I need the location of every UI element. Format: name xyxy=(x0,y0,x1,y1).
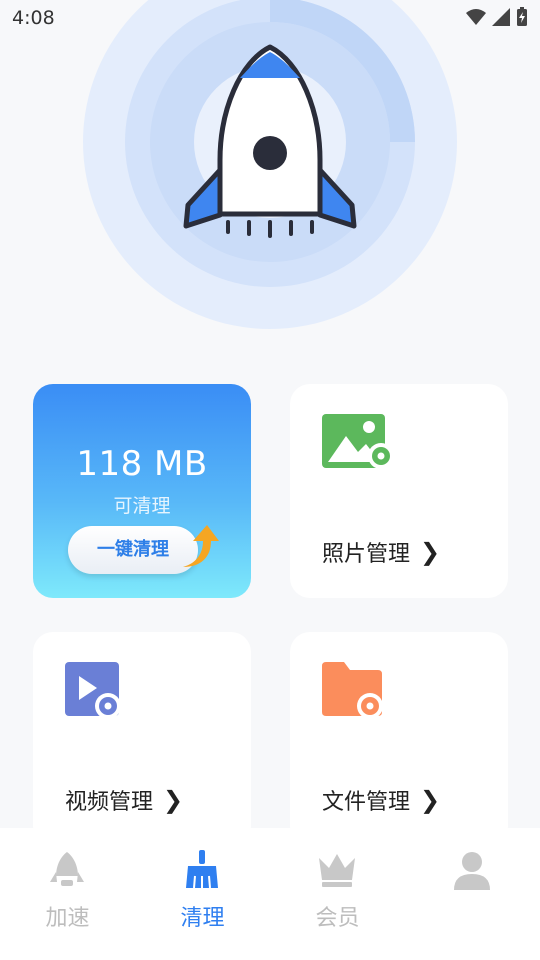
crown-icon xyxy=(319,854,355,887)
bottom-tab-bar: 加速 清理 会员 xyxy=(0,828,540,960)
photo-manage-link[interactable]: 照片管理 ❯ xyxy=(322,536,440,568)
broom-icon xyxy=(186,850,218,889)
user-icon xyxy=(454,852,490,890)
arrow-up-icon xyxy=(183,525,219,567)
chevron-right-icon: ❯ xyxy=(420,538,441,566)
tab-boost[interactable]: 加速 xyxy=(0,828,135,960)
junk-subtitle: 可清理 xyxy=(113,495,171,517)
file-manage-card[interactable]: 文件管理 ❯ xyxy=(290,632,508,846)
tab-profile[interactable] xyxy=(405,828,540,960)
tab-label: 清理 xyxy=(180,906,225,931)
photo-gear-icon xyxy=(322,414,394,469)
tab-label: 加速 xyxy=(45,906,90,931)
video-manage-card[interactable]: 视频管理 ❯ xyxy=(33,632,251,846)
video-manage-label: 视频管理 xyxy=(65,790,154,815)
chevron-right-icon: ❯ xyxy=(420,786,441,814)
junk-size: 118 MB xyxy=(76,444,208,484)
clean-card: 118 MB 可清理 一键清理 xyxy=(33,384,251,598)
photo-manage-label: 照片管理 xyxy=(322,542,411,567)
video-manage-link[interactable]: 视频管理 ❯ xyxy=(65,784,183,816)
video-gear-icon xyxy=(65,662,121,719)
photo-manage-card[interactable]: 照片管理 ❯ xyxy=(290,384,508,598)
folder-gear-icon xyxy=(322,662,383,718)
tab-clean[interactable]: 清理 xyxy=(135,828,270,960)
file-manage-label: 文件管理 xyxy=(322,790,411,815)
file-manage-link[interactable]: 文件管理 ❯ xyxy=(322,784,440,816)
tab-label: 会员 xyxy=(315,906,360,931)
chevron-right-icon: ❯ xyxy=(163,786,184,814)
tab-membership[interactable]: 会员 xyxy=(270,828,405,960)
rocket-icon xyxy=(50,852,84,886)
rocket-hero xyxy=(83,0,457,329)
